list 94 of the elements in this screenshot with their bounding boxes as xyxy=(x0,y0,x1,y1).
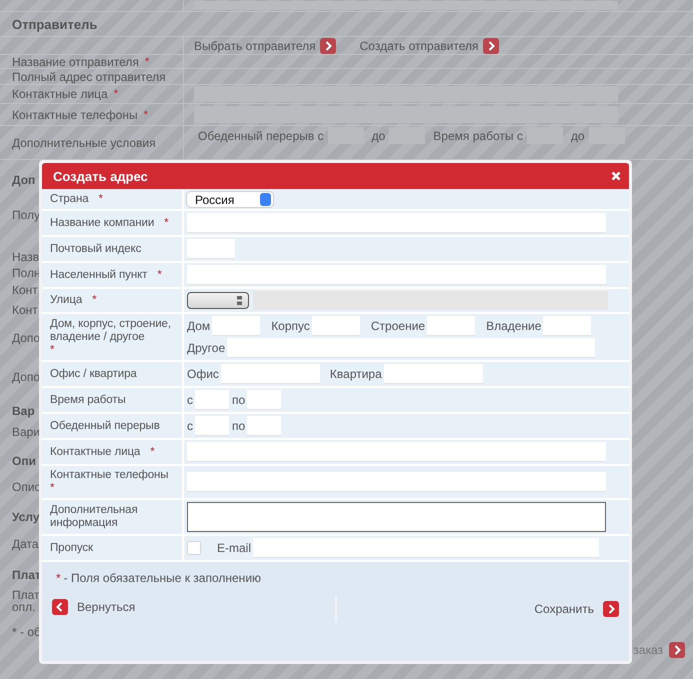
required-note: - Поля обязательные к заполнению xyxy=(64,571,262,585)
field-label: Офис xyxy=(187,367,219,381)
required-mark: * xyxy=(164,216,169,230)
country-select[interactable]: Россия xyxy=(187,192,273,207)
required-mark: * xyxy=(150,446,155,458)
field-label: Дом, корпус, строение, владение / другое xyxy=(50,318,172,344)
label-fragment: Плат xyxy=(12,569,41,581)
required-mark: * xyxy=(50,482,54,495)
input-field[interactable] xyxy=(312,316,360,336)
back-button[interactable]: Вернуться xyxy=(52,599,136,615)
section-title: Отправитель xyxy=(0,12,693,37)
chevron-right-icon xyxy=(669,642,685,658)
street-select[interactable] xyxy=(187,292,249,309)
field-label: Улица xyxy=(50,294,82,307)
sender-link[interactable]: Выбрать отправителя xyxy=(194,38,336,54)
chevron-left-icon xyxy=(52,599,68,615)
input-field[interactable] xyxy=(253,538,600,558)
label-fragment: Плат опл. xyxy=(12,589,40,613)
field-label: Название компании xyxy=(50,216,154,230)
field-label: с xyxy=(187,393,193,407)
input-field[interactable] xyxy=(195,390,229,410)
label-fragment: Вар xyxy=(12,405,35,417)
required-mark: * xyxy=(50,344,54,356)
field-label: Другое xyxy=(187,341,226,355)
field-label: Строение xyxy=(370,319,426,333)
input-field[interactable] xyxy=(187,442,606,462)
close-icon[interactable] xyxy=(611,171,621,181)
chevron-right-icon xyxy=(603,601,619,617)
field-label: Полный адрес отправителя xyxy=(12,70,166,84)
field-label: по xyxy=(232,419,246,433)
input-field[interactable] xyxy=(543,316,592,336)
field-label: Населенный пункт xyxy=(50,268,148,282)
field-label: с xyxy=(187,419,193,433)
field-label: Контактные лица xyxy=(12,87,108,101)
input-field[interactable] xyxy=(187,265,606,285)
field-label: Офис / квартира xyxy=(50,368,137,380)
text-area[interactable] xyxy=(187,502,606,532)
field-label: Контактные лица xyxy=(50,446,140,458)
field-label: Контактные телефоны xyxy=(50,469,168,482)
field-label: по xyxy=(232,393,246,407)
field-label: Контактные телефоны xyxy=(12,108,138,122)
field-label: Страна xyxy=(50,193,89,206)
field-label: до xyxy=(570,128,585,142)
label-fragment: Конт xyxy=(12,284,38,296)
required-mark: * xyxy=(157,268,162,282)
input-field[interactable] xyxy=(247,390,282,410)
required-mark: * xyxy=(98,193,103,206)
label-fragment: Дата xyxy=(12,538,39,550)
required-mark: * xyxy=(92,294,97,307)
label-fragment: Назв xyxy=(12,251,40,263)
input-field[interactable] xyxy=(187,213,606,233)
field-label: Дом xyxy=(187,319,210,333)
input-field[interactable] xyxy=(187,239,235,259)
field-label: Название отправителя xyxy=(12,54,139,68)
sender-link[interactable]: Создать отправителя xyxy=(360,38,499,54)
label-fragment: Опис xyxy=(12,481,41,493)
required-mark: * xyxy=(144,56,150,68)
field-label: E-mail xyxy=(217,541,252,555)
field-label: Квартира xyxy=(330,367,382,381)
label-fragment: Допо xyxy=(12,332,40,344)
field-label: Дополнительные условия xyxy=(12,136,156,150)
input-field[interactable] xyxy=(187,472,606,492)
pass-checkbox[interactable] xyxy=(187,541,201,555)
save-button[interactable]: Сохранить xyxy=(534,599,619,619)
input-field[interactable] xyxy=(227,338,596,358)
dialog-title: Создать адрес xyxy=(53,168,148,184)
input-field[interactable] xyxy=(195,416,229,436)
input-field[interactable] xyxy=(247,416,282,436)
label-fragment: Конт xyxy=(12,304,38,316)
required-mark: * xyxy=(56,571,61,585)
label-fragment: Полу xyxy=(12,209,40,221)
field-label: Обеденный перерыв с xyxy=(198,128,324,142)
field-label: Почтовый индекс xyxy=(50,242,142,256)
field-label: Пропуск xyxy=(50,542,93,554)
field-label: Время работы xyxy=(50,394,126,406)
label-fragment: Вари xyxy=(12,426,40,438)
input-field[interactable] xyxy=(212,316,260,336)
input-field[interactable] xyxy=(427,316,476,336)
field-label: Обеденный перерыв xyxy=(50,420,160,432)
field-label: Дополнительная информация xyxy=(50,504,139,530)
required-mark: * xyxy=(144,108,148,120)
label-fragment: Услу xyxy=(12,511,40,523)
label-fragment: Доп xyxy=(12,174,36,186)
required-mark: * xyxy=(114,88,118,100)
field-label: до xyxy=(372,128,386,142)
field-label: Время работы с xyxy=(433,128,523,142)
label-fragment: Опи xyxy=(12,455,36,467)
chevron-right-icon xyxy=(320,38,336,54)
input-field[interactable] xyxy=(384,364,483,384)
field-label: Корпус xyxy=(271,319,310,333)
chevron-right-icon xyxy=(482,38,499,54)
field-label: Владение xyxy=(486,319,542,333)
input-field[interactable] xyxy=(220,364,320,384)
label-fragment: Допо xyxy=(12,371,40,383)
